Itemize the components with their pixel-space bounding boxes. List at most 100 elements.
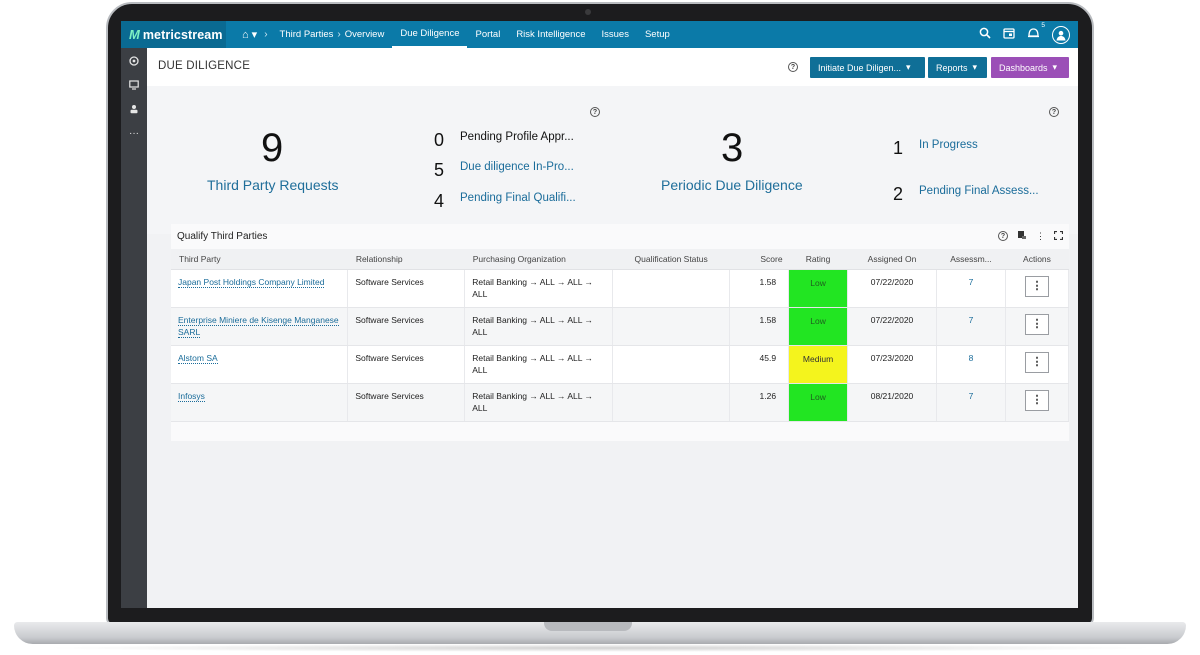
cell-third-party[interactable]: Infosys (171, 383, 349, 422)
help-icon[interactable]: ? (590, 107, 600, 117)
cell-assessments[interactable]: 8 (936, 345, 1006, 384)
cell-assessments[interactable]: 7 (936, 383, 1006, 422)
initiate-label: Initiate Due Diligen... (818, 62, 902, 73)
nav-overview[interactable]: Overview (337, 21, 393, 48)
initiate-due-diligence-button[interactable]: Initiate Due Diligen... ▾ (810, 57, 925, 78)
nav-items: ⌂ ▾ › Third Parties › Overview Due Dilig… (242, 21, 678, 48)
pending-final-assessment-label[interactable]: Pending Final Assess... (919, 185, 1039, 197)
nav-risk-intelligence[interactable]: Risk Intelligence (508, 21, 593, 48)
nav-portal[interactable]: Portal (467, 21, 508, 48)
more-icon[interactable]: ··· (126, 126, 142, 140)
dashboards-button[interactable]: Dashboards ▾ (991, 57, 1069, 78)
help-icon[interactable]: ? (998, 231, 1008, 241)
pending-final-qualification-label[interactable]: Pending Final Qualifi... (460, 192, 576, 204)
column-header-rating[interactable]: Rating (788, 249, 848, 270)
home-dropdown: ▾ (251, 29, 258, 41)
summary-panel: ? ? 9 Third Party Requests 0 Pending Pro… (147, 86, 1078, 234)
cell-assessments[interactable]: 7 (936, 269, 1006, 308)
column-header-relationship[interactable]: Relationship (347, 249, 465, 270)
notification-count: 5 (1041, 22, 1045, 29)
row-actions-button[interactable]: ⋮ (1024, 389, 1049, 411)
pending-profile-label[interactable]: Pending Profile Appr... (460, 131, 574, 143)
help-icon[interactable]: ? (788, 62, 798, 72)
third-party-link[interactable]: Japan Post Holdings Company Limited (178, 276, 325, 288)
left-sidebar: ··· (121, 48, 147, 608)
column-header-assigned-on[interactable]: Assigned On (847, 249, 937, 270)
cell-relationship: Software Services (347, 269, 466, 308)
cell-qualification-status (612, 269, 731, 308)
nav-due-diligence[interactable]: Due Diligence (392, 21, 468, 48)
panel-tools: ? ⋮ (998, 230, 1064, 242)
notification-icon[interactable]: 5 (1027, 22, 1045, 42)
export-icon[interactable] (1017, 230, 1027, 242)
qualify-third-parties-panel: Qualify Third Parties ? ⋮ Third Party Re… (171, 224, 1070, 441)
cell-rating: Low (788, 383, 849, 422)
laptop-shadow (40, 644, 1160, 652)
cell-purchasing-org: Retail Banking → ALL → ALL → ALL (464, 307, 614, 346)
nav-issues[interactable]: Issues (593, 21, 636, 48)
nav-setup[interactable]: Setup (637, 21, 678, 48)
table-row: Alstom SA Software Services Retail Banki… (171, 345, 1070, 384)
cell-third-party[interactable]: Japan Post Holdings Company Limited (171, 269, 349, 308)
in-progress-label[interactable]: In Progress (919, 139, 978, 151)
logo[interactable]: M metricstream (121, 21, 226, 48)
nav-third-parties[interactable]: Third Parties (272, 21, 342, 48)
pending-final-qualification-count: 4 (434, 191, 445, 211)
cell-actions: ⋮ (1005, 269, 1070, 308)
column-header-third-party[interactable]: Third Party (171, 249, 348, 270)
page-title: DUE DILIGENCE (158, 60, 251, 72)
cell-relationship: Software Services (347, 345, 466, 384)
users-icon[interactable] (126, 102, 142, 116)
column-header-purchasing-org[interactable]: Purchasing Organization (464, 249, 613, 270)
column-header-assessments[interactable]: Assessm... (936, 249, 1006, 270)
user-avatar-icon[interactable] (1052, 25, 1070, 44)
help-icon[interactable]: ? (1049, 107, 1059, 117)
periodic-due-diligence-count: 3 (721, 126, 744, 170)
row-actions-button[interactable]: ⋮ (1024, 351, 1049, 373)
third-party-requests-label[interactable]: Third Party Requests (207, 177, 339, 193)
expand-icon[interactable] (1053, 230, 1064, 242)
cell-rating: Low (788, 307, 849, 346)
third-party-link[interactable]: Alstom SA (178, 352, 218, 364)
cell-actions: ⋮ (1005, 345, 1070, 384)
laptop-notch (544, 622, 632, 631)
cell-purchasing-org: Retail Banking → ALL → ALL → ALL (464, 345, 614, 384)
dashboard-icon[interactable] (126, 54, 142, 68)
cell-rating: Low (788, 269, 849, 308)
search-icon[interactable] (979, 27, 991, 42)
cell-score: 1.58 (729, 307, 790, 346)
nav-home[interactable]: ⌂ ▾ › (242, 28, 268, 42)
due-diligence-in-progress-count: 5 (434, 160, 445, 180)
dashboards-label: Dashboards (999, 62, 1048, 73)
row-actions-button[interactable]: ⋮ (1024, 313, 1049, 335)
cell-relationship: Software Services (347, 383, 466, 422)
third-party-link[interactable]: Enterprise Miniere de Kisenge Manganese … (178, 314, 339, 338)
cell-third-party[interactable]: Alstom SA (171, 345, 349, 384)
cell-score: 1.58 (729, 269, 790, 308)
table-row: Japan Post Holdings Company Limited Soft… (171, 269, 1070, 308)
table-row: Enterprise Miniere de Kisenge Manganese … (171, 307, 1070, 346)
cell-rating: Medium (788, 345, 849, 384)
pending-final-assessment-count: 2 (893, 184, 904, 204)
cell-assigned-on: 07/22/2020 (847, 307, 937, 346)
cell-assigned-on: 07/22/2020 (847, 269, 937, 308)
cell-assessments[interactable]: 7 (936, 307, 1006, 346)
camera (585, 9, 591, 15)
cell-assigned-on: 08/21/2020 (847, 383, 937, 422)
column-header-score[interactable]: Score (729, 249, 789, 270)
reports-button[interactable]: Reports ▾ (928, 57, 987, 78)
column-header-qualification-status[interactable]: Qualification Status (612, 249, 730, 270)
monitor-icon[interactable] (126, 78, 142, 92)
third-party-link[interactable]: Infosys (178, 390, 205, 402)
cell-score: 1.26 (729, 383, 790, 422)
more-icon[interactable]: ⋮ (1036, 231, 1045, 242)
cell-third-party[interactable]: Enterprise Miniere de Kisenge Manganese … (171, 307, 349, 346)
row-actions-button[interactable]: ⋮ (1024, 275, 1049, 297)
periodic-due-diligence-label[interactable]: Periodic Due Diligence (661, 177, 803, 193)
calendar-icon[interactable] (1003, 27, 1015, 42)
due-diligence-in-progress-label[interactable]: Due diligence In-Pro... (460, 161, 574, 173)
cell-relationship: Software Services (347, 307, 466, 346)
cell-assigned-on: 07/23/2020 (847, 345, 937, 384)
chevron-down-icon: ▾ (1052, 62, 1058, 72)
cell-score: 45.9 (729, 345, 790, 384)
